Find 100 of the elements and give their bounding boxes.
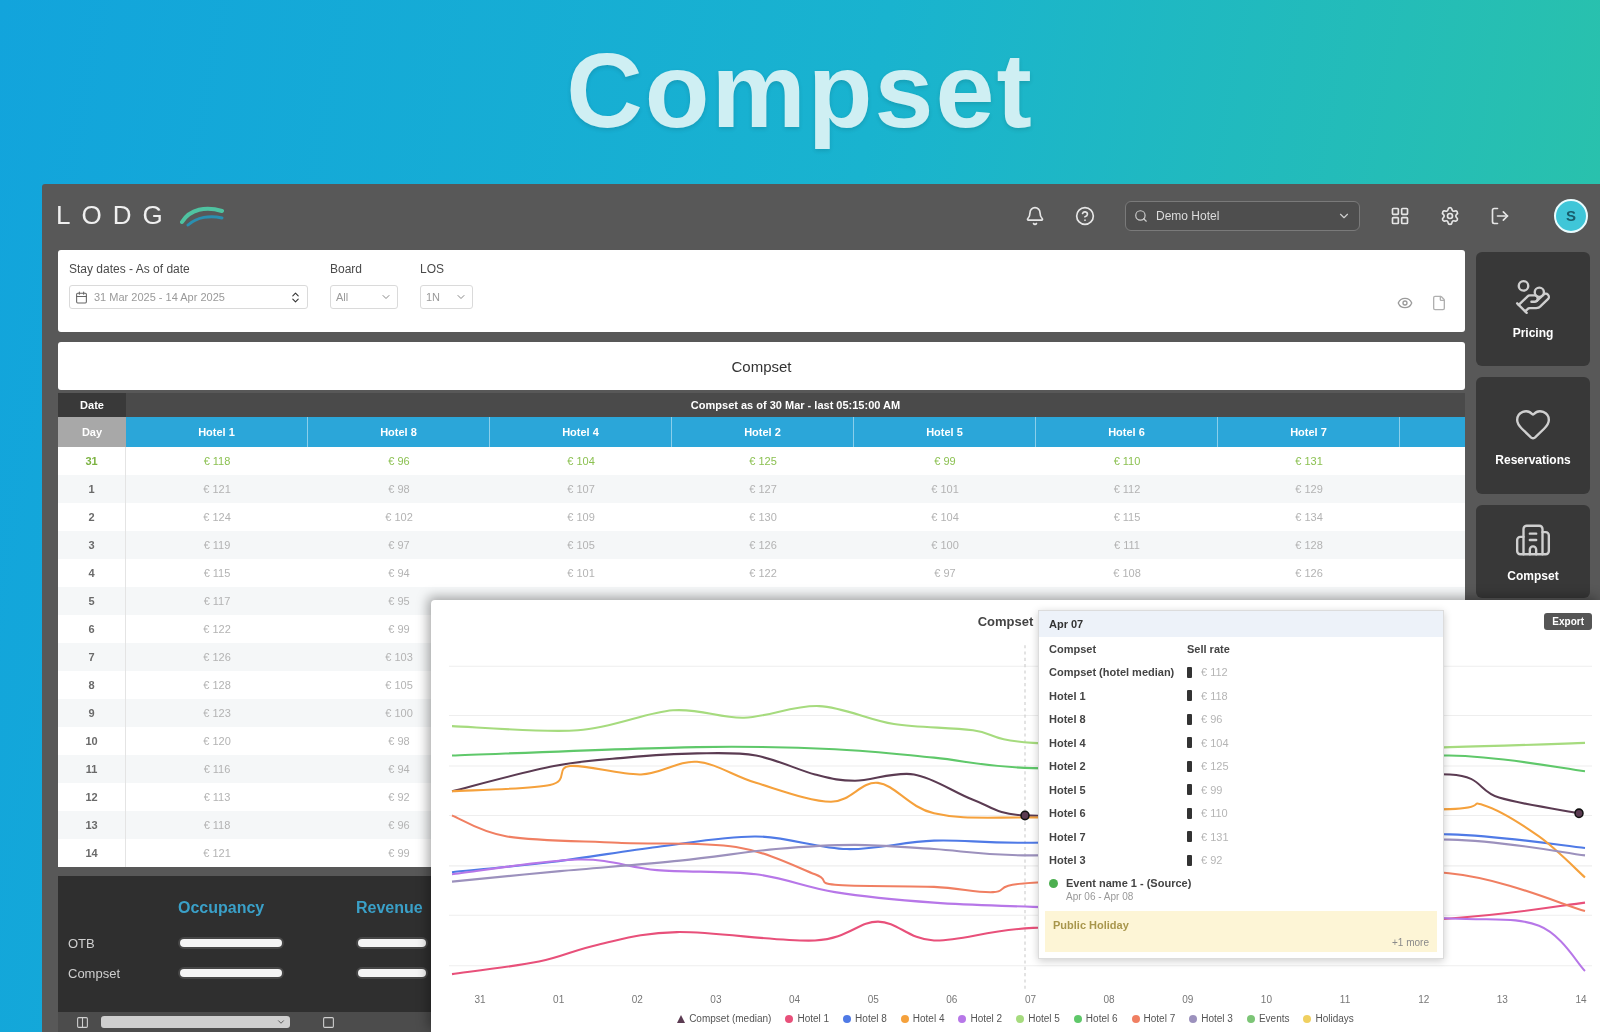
- table-cell-text: € 128: [202, 678, 232, 693]
- table-cell-text: € 95: [387, 594, 411, 609]
- search-icon: [1134, 208, 1148, 223]
- date-cell: 14: [58, 839, 126, 867]
- logout-icon[interactable]: [1490, 205, 1510, 226]
- table-cell-text: € 110: [1112, 454, 1142, 469]
- table-cell-text: € 130: [748, 510, 778, 525]
- axis-label: 07: [1023, 994, 1038, 1007]
- row-label: Compset: [68, 965, 122, 981]
- column-heading: Revenue: [356, 899, 424, 917]
- table-cell-text: € 120: [202, 734, 232, 749]
- row-label: OTB: [68, 935, 96, 951]
- help-icon[interactable]: [1075, 205, 1095, 226]
- field-label: LOS: [420, 262, 445, 276]
- chart-title: Compset: [977, 613, 1034, 629]
- legend-item[interactable]: Compset (median): [677, 1013, 772, 1024]
- table-cell-text: € 122: [202, 622, 232, 637]
- field-label: Stay dates - As of date: [69, 262, 191, 276]
- legend-item[interactable]: Events: [1246, 1013, 1290, 1024]
- legend-item[interactable]: Hotel 1: [785, 1013, 830, 1024]
- table-cell-text: € 100: [384, 706, 414, 721]
- bell-icon[interactable]: [1025, 205, 1045, 226]
- legend-item[interactable]: Hotel 2: [958, 1013, 1003, 1024]
- logo-text: LODG: [56, 200, 174, 231]
- table-cell-text: € 96: [387, 818, 411, 833]
- square-icon[interactable]: [322, 1015, 335, 1029]
- banner-title: Compset: [566, 29, 1034, 151]
- legend-item[interactable]: Hotel 5: [1016, 1013, 1060, 1024]
- table-cell-text: € 105: [566, 538, 596, 553]
- table-cell-text: € 126: [1294, 566, 1324, 581]
- field-label: Board: [330, 262, 364, 276]
- hand-coins-icon: [1514, 278, 1552, 316]
- legend-item[interactable]: Hotel 3: [1189, 1013, 1233, 1024]
- table-cell-text: € 129: [1294, 482, 1324, 497]
- table-cell-text: € 98: [387, 482, 411, 497]
- column-header: Date: [58, 393, 126, 417]
- table-cell-text: € 118: [202, 818, 232, 833]
- table-cell-text: € 105: [384, 678, 414, 693]
- avatar[interactable]: S: [1554, 198, 1588, 233]
- axis-label: 12: [1417, 994, 1431, 1007]
- table-cell-text: € 92: [387, 790, 411, 805]
- table-cell-text: € 102: [384, 510, 414, 525]
- table-cell-text: € 115: [202, 566, 232, 581]
- table-cell-text: € 126: [748, 538, 778, 553]
- table-cell-text: € 103: [384, 650, 414, 665]
- table-cell-text: € 127: [748, 482, 778, 497]
- table-cell-text: € 118: [202, 454, 232, 469]
- tooltip-header: Apr 07: [1039, 611, 1443, 637]
- table-cell-text: € 111: [1113, 538, 1141, 553]
- grid-icon[interactable]: [1390, 205, 1410, 226]
- column-header: Day: [58, 417, 126, 447]
- swoosh-icon: [179, 204, 224, 227]
- legend-item[interactable]: Holidays: [1303, 1013, 1354, 1024]
- legend-item[interactable]: Hotel 7: [1131, 1013, 1176, 1024]
- axis-label: 08: [1102, 994, 1116, 1007]
- axis-label: 31: [473, 994, 487, 1007]
- table-cell-text: € 101: [566, 566, 596, 581]
- table-cell-text: € 123: [202, 706, 232, 721]
- table-cell-text: € 115: [1112, 510, 1142, 525]
- table-cell-text: € 113: [202, 790, 232, 805]
- chevron-down-icon: [276, 1017, 286, 1027]
- nav-tile[interactable]: Reservations: [1476, 377, 1590, 494]
- settings-icon[interactable]: [1440, 205, 1460, 226]
- table-cell-text: € 100: [930, 538, 960, 553]
- table-cell-text: € 108: [1112, 566, 1142, 581]
- legend-item[interactable]: Hotel 4: [900, 1013, 945, 1024]
- table-cell-text: € 94: [387, 566, 411, 581]
- nav-tile[interactable]: Pricing: [1476, 252, 1590, 366]
- table-cell-text: € 97: [933, 566, 957, 581]
- table-cell-text: € 116: [202, 762, 232, 777]
- hotel-select[interactable]: Demo Hotel: [1125, 200, 1360, 231]
- eye-icon[interactable]: [1397, 295, 1413, 311]
- columns-icon[interactable]: [76, 1015, 89, 1029]
- legend-item[interactable]: Hotel 8: [843, 1013, 887, 1024]
- export-button[interactable]: Export: [1544, 612, 1592, 630]
- axis-label: 01: [552, 994, 566, 1007]
- table-cell-text: € 126: [202, 650, 232, 665]
- table-cell-text: € 122: [748, 566, 778, 581]
- table-cell-text: € 104: [930, 510, 960, 525]
- table-cell-text: € 128: [1294, 538, 1324, 553]
- table-cell-text: € 99: [387, 622, 411, 637]
- table-cell-text: € 109: [566, 510, 596, 525]
- table-cell-text: € 101: [930, 482, 960, 497]
- table-cell-text: € 99: [387, 846, 411, 861]
- axis-label: 10: [1259, 994, 1273, 1007]
- nav-tile[interactable]: Compset: [1476, 505, 1590, 598]
- table-cell-text: € 134: [1294, 510, 1324, 525]
- axis-label: 13: [1495, 994, 1509, 1007]
- table-cell-text: € 104: [566, 454, 596, 469]
- axis-label: 14: [1574, 994, 1588, 1007]
- axis-label: 06: [945, 994, 959, 1007]
- table-cell-text: € 112: [1112, 482, 1142, 497]
- table-cell-text: € 98: [387, 734, 411, 749]
- legend-item[interactable]: Hotel 6: [1073, 1013, 1118, 1024]
- table-cell-text: € 124: [202, 510, 232, 525]
- axis-label: 11: [1338, 994, 1352, 1007]
- select-field[interactable]: [101, 1016, 290, 1028]
- table-cell-text: € 131: [1294, 454, 1324, 469]
- table-cell-text: € 119: [202, 538, 232, 553]
- table-caption: Compset as of 30 Mar - last 05:15:00 AM: [689, 398, 902, 413]
